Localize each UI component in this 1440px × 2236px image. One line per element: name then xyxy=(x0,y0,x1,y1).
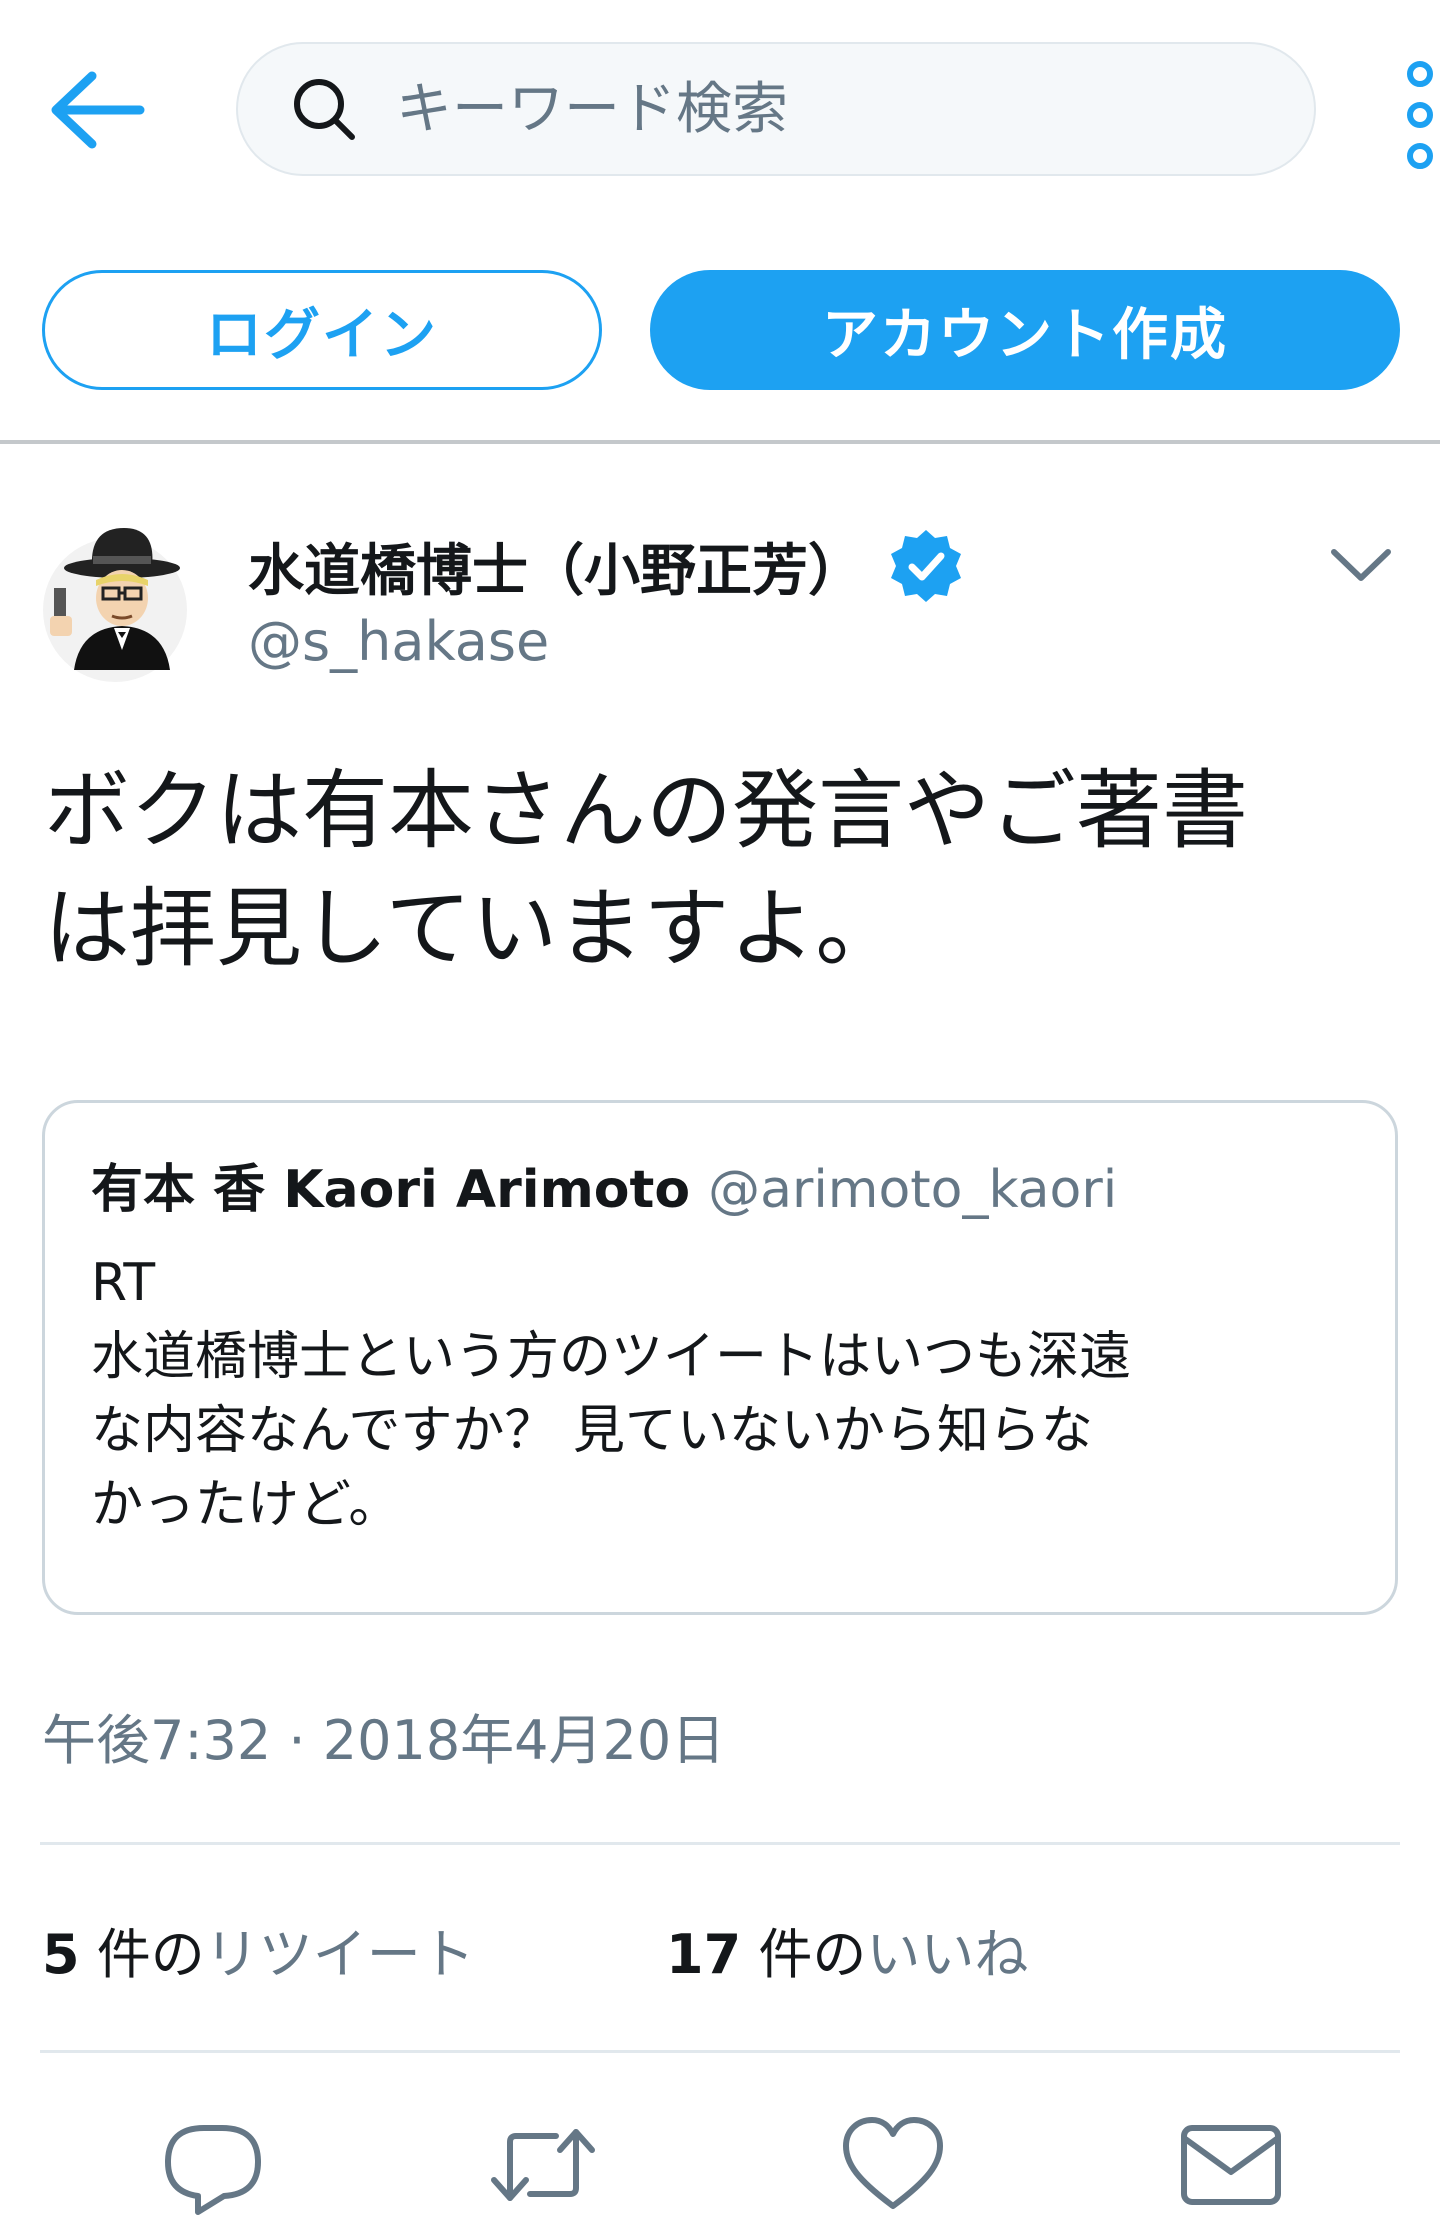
back-button[interactable] xyxy=(48,70,148,150)
quoted-tweet[interactable]: 有本 香 Kaori Arimoto @arimoto_kaori RT 水道橋博… xyxy=(42,1100,1398,1615)
avatar-image xyxy=(43,528,187,682)
retweets-stat[interactable]: 5 件のリツイート xyxy=(42,1910,475,1989)
author-name[interactable]: 水道橋博士（小野正芳） xyxy=(248,526,864,607)
more-options-button[interactable] xyxy=(1400,60,1440,170)
arrow-left-icon xyxy=(51,71,145,149)
login-button[interactable]: ログイン xyxy=(42,270,602,390)
direct-message-button[interactable] xyxy=(1176,2110,1286,2220)
author-handle[interactable]: @s_hakase xyxy=(248,610,549,673)
likes-label: いいね xyxy=(866,1923,1029,1986)
tweet-timestamp[interactable]: 午後7:32 · 2018年4月20日 xyxy=(42,1696,725,1775)
retweets-unit: 件の xyxy=(79,1923,205,1986)
divider xyxy=(40,2050,1400,2053)
header-divider xyxy=(0,440,1440,444)
likes-stat[interactable]: 17 件のいいね xyxy=(666,1910,1028,1989)
likes-count: 17 xyxy=(666,1923,742,1986)
retweets-count: 5 xyxy=(42,1923,80,1986)
quoted-author-handle: @arimoto_kaori xyxy=(708,1160,1118,1220)
chevron-down-icon xyxy=(1331,549,1391,581)
quoted-tweet-header: 有本 香 Kaori Arimoto @arimoto_kaori xyxy=(91,1147,1349,1222)
search-box[interactable] xyxy=(236,42,1316,176)
author-name-row: 水道橋博士（小野正芳） xyxy=(248,528,964,604)
tweet-text: ボクは有本さんの発言やご著書 は拝見していますよ。 xyxy=(44,761,1248,979)
avatar[interactable] xyxy=(40,520,190,685)
retweet-button[interactable] xyxy=(488,2110,598,2220)
search-input[interactable] xyxy=(394,75,1278,143)
tweet-menu-button[interactable] xyxy=(1326,540,1396,590)
reply-icon xyxy=(165,2125,261,2215)
more-vertical-icon xyxy=(1407,61,1433,169)
heart-icon xyxy=(843,2117,943,2209)
search-icon xyxy=(294,79,355,140)
signup-button[interactable]: アカウント作成 xyxy=(650,270,1400,390)
retweets-label: リツイート xyxy=(204,1923,475,1986)
divider xyxy=(40,1842,1400,1845)
reply-button[interactable] xyxy=(158,2110,268,2220)
verified-badge-icon xyxy=(891,530,961,602)
envelope-icon xyxy=(1181,2125,1281,2205)
signup-button-label: アカウント作成 xyxy=(822,302,1228,368)
likes-unit: 件の xyxy=(741,1923,867,1986)
login-button-label: ログイン xyxy=(206,302,438,368)
quoted-author-name: 有本 香 Kaori Arimoto xyxy=(91,1160,691,1220)
retweet-icon xyxy=(491,2129,595,2201)
quoted-tweet-text: RT 水道橋博士という方のツイートはいつも深遠 な内容なんですか？ 見ていないか… xyxy=(91,1253,1132,1535)
like-button[interactable] xyxy=(838,2110,948,2220)
